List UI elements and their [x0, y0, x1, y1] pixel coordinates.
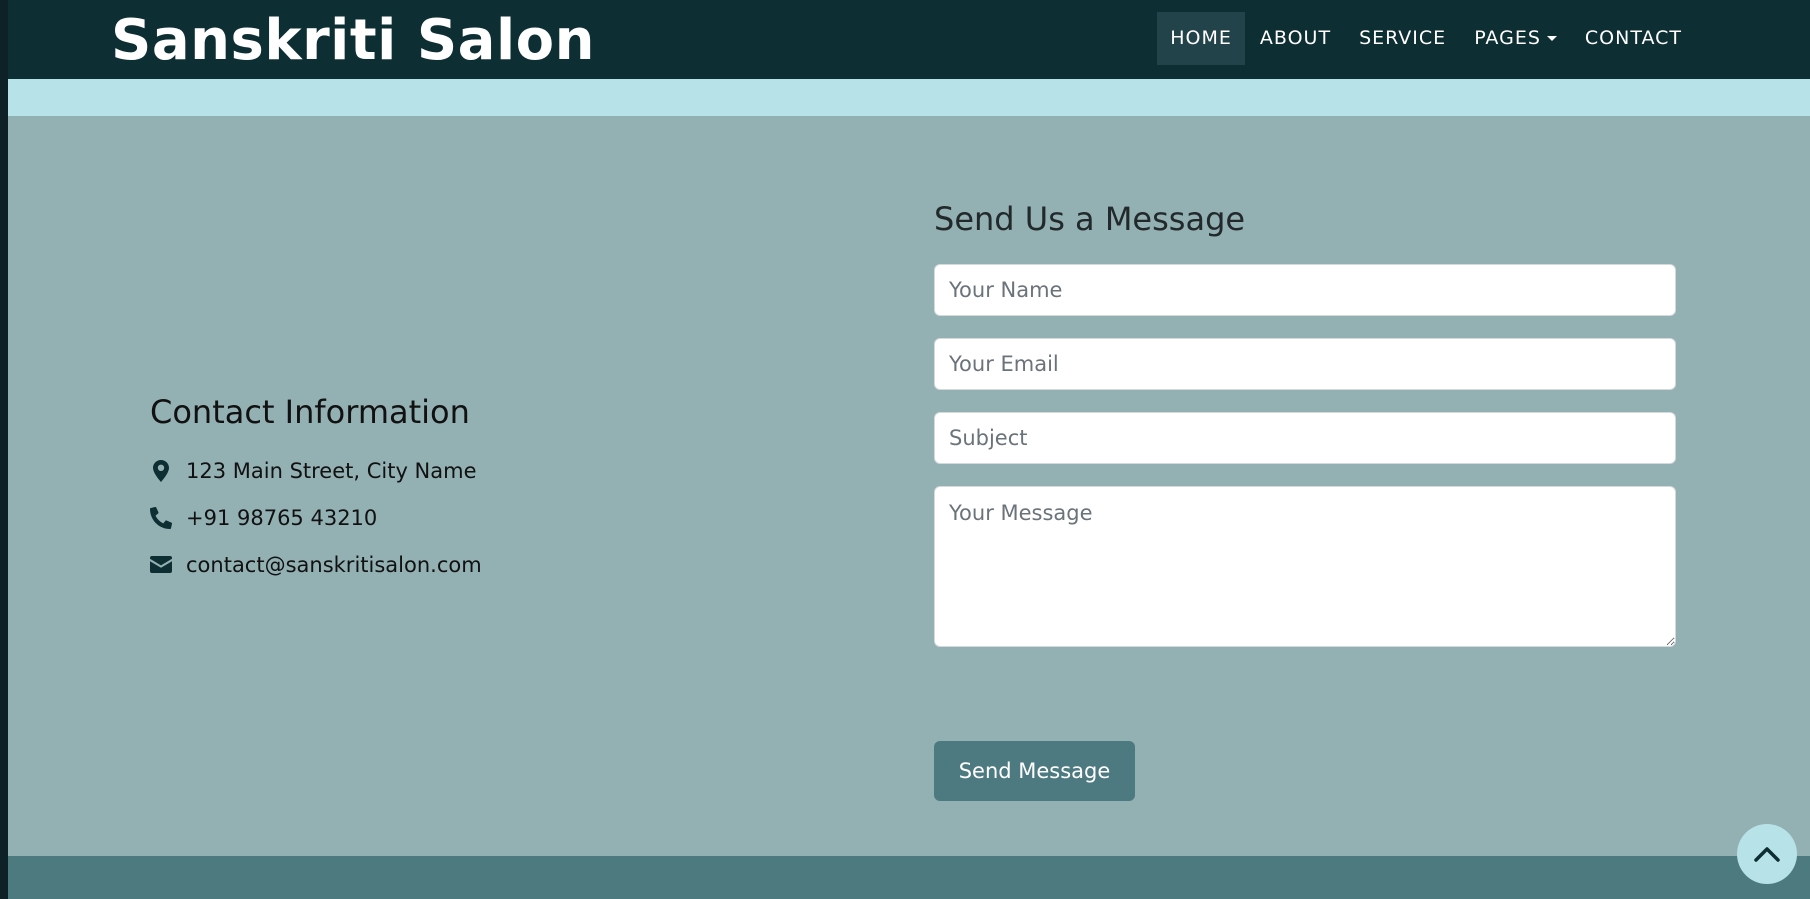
navbar: Sanskriti Salon HOME ABOUT SERVICE PAGES…	[8, 0, 1810, 79]
contact-address: 123 Main Street, City Name	[150, 447, 650, 494]
nav-about[interactable]: ABOUT	[1247, 12, 1344, 65]
contact-phone: +91 98765 43210	[150, 494, 650, 541]
form-title: Send Us a Message	[934, 200, 1246, 238]
subject-input[interactable]	[934, 412, 1676, 464]
nav-home-label: HOME	[1170, 27, 1232, 49]
envelope-icon	[150, 554, 172, 576]
email-input[interactable]	[934, 338, 1676, 390]
caret-down-icon	[1546, 36, 1557, 41]
nav-pages-dropdown[interactable]: PAGES	[1461, 12, 1570, 65]
message-form: Send Us a Message	[934, 192, 1676, 669]
nav-home[interactable]: HOME	[1157, 12, 1245, 65]
nav-pages-label: PAGES	[1474, 27, 1541, 49]
message-textarea[interactable]	[934, 486, 1676, 647]
header-strip	[8, 79, 1810, 116]
footer-band	[8, 856, 1810, 899]
contact-info-title: Contact Information	[150, 393, 470, 431]
contact-email-text: contact@sanskritisalon.com	[186, 552, 482, 577]
brand-logo[interactable]: Sanskriti Salon	[111, 6, 595, 76]
main-nav: HOME ABOUT SERVICE PAGES CONTACT	[1157, 12, 1810, 65]
contact-address-text: 123 Main Street, City Name	[186, 458, 477, 483]
name-input[interactable]	[934, 264, 1676, 316]
send-message-button[interactable]: Send Message	[934, 741, 1135, 801]
phone-icon	[150, 506, 172, 529]
nav-service-label: SERVICE	[1359, 27, 1447, 49]
nav-contact[interactable]: CONTACT	[1572, 12, 1695, 65]
chevron-up-icon	[1754, 847, 1780, 862]
scroll-to-top-button[interactable]	[1737, 824, 1797, 884]
contact-email: contact@sanskritisalon.com	[150, 541, 650, 588]
contact-info: Contact Information 123 Main Street, Cit…	[150, 388, 650, 588]
map-marker-icon	[150, 459, 172, 482]
nav-contact-label: CONTACT	[1584, 27, 1682, 49]
page: Sanskriti Salon HOME ABOUT SERVICE PAGES…	[8, 0, 1810, 899]
contact-phone-text: +91 98765 43210	[186, 505, 378, 530]
nav-about-label: ABOUT	[1259, 27, 1332, 49]
nav-service[interactable]: SERVICE	[1346, 12, 1459, 65]
